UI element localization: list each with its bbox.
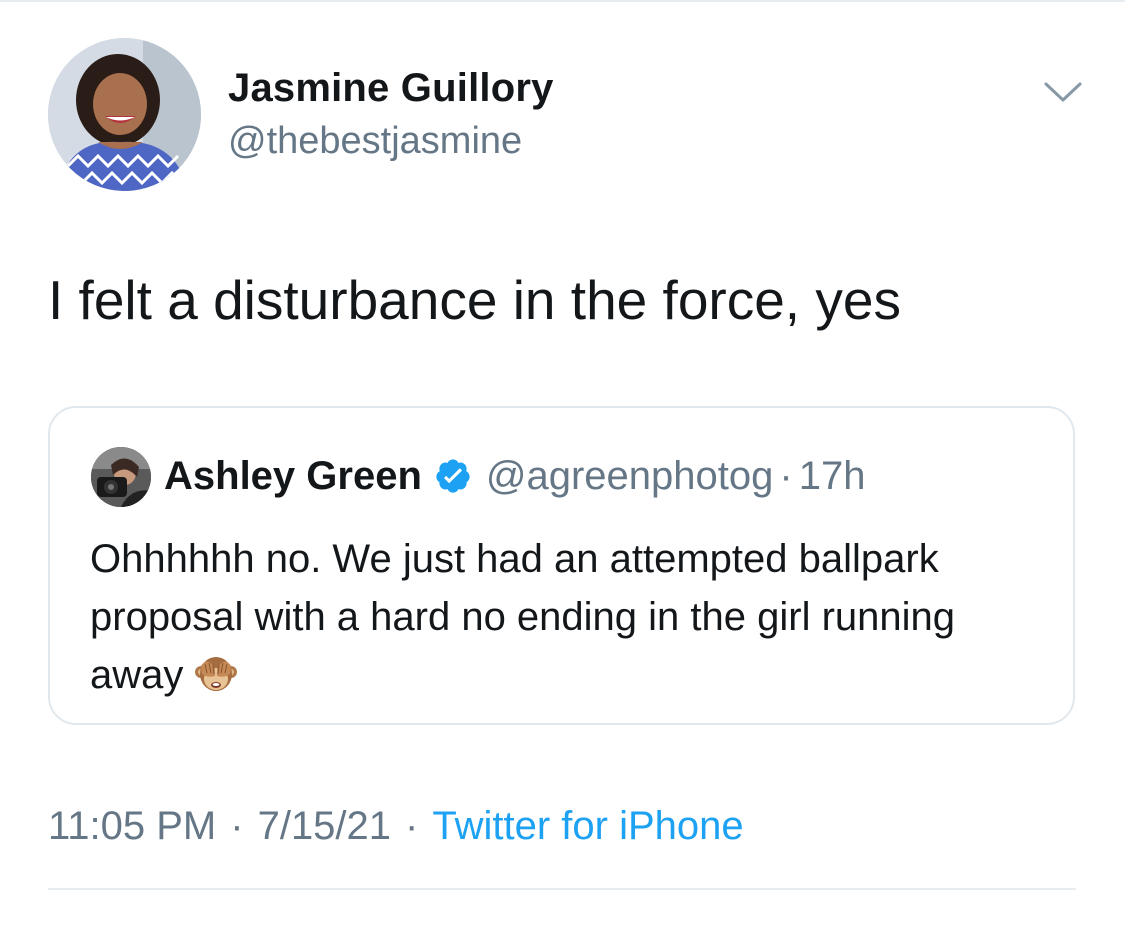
author-name[interactable]: Jasmine Guillory — [228, 66, 554, 111]
see-no-evil-monkey-icon — [193, 652, 239, 714]
quoted-tweet-time[interactable]: 17h — [799, 454, 866, 499]
chevron-down-icon — [1044, 82, 1082, 102]
bottom-divider — [48, 888, 1076, 890]
quoted-author-avatar-image — [91, 447, 151, 507]
quoted-tweet-header: Ashley Green @agreenphotog · 17h — [164, 452, 865, 500]
tweet-meta: 11:05 PM · 7/15/21 · Twitter for iPhone — [48, 800, 744, 852]
tweet-time[interactable]: 11:05 PM — [48, 804, 216, 849]
verified-badge-icon — [434, 457, 472, 495]
quoted-tweet-text: Ohhhhhh no. We just had an attempted bal… — [90, 530, 1050, 714]
top-divider — [0, 0, 1125, 2]
tweet-detail: Jasmine Guillory @thebestjasmine I felt … — [0, 0, 1125, 927]
quoted-tweet-card[interactable]: Ashley Green @agreenphotog · 17h Ohhhhhh… — [48, 406, 1075, 725]
author-avatar-image — [48, 38, 201, 191]
quoted-author-name[interactable]: Ashley Green — [164, 454, 422, 499]
author-avatar[interactable] — [48, 38, 201, 191]
author-handle[interactable]: @thebestjasmine — [228, 120, 522, 163]
tweet-date[interactable]: 7/15/21 — [258, 804, 391, 849]
meta-separator: · — [230, 803, 244, 848]
quoted-author-handle[interactable]: @agreenphotog — [486, 454, 774, 499]
more-options-button[interactable] — [1038, 72, 1088, 112]
quoted-separator: · — [779, 453, 793, 498]
meta-separator-2: · — [405, 803, 419, 848]
tweet-source-link[interactable]: Twitter for iPhone — [432, 804, 743, 849]
quoted-author-avatar[interactable] — [91, 447, 151, 507]
tweet-text: I felt a disturbance in the force, yes — [48, 269, 901, 331]
